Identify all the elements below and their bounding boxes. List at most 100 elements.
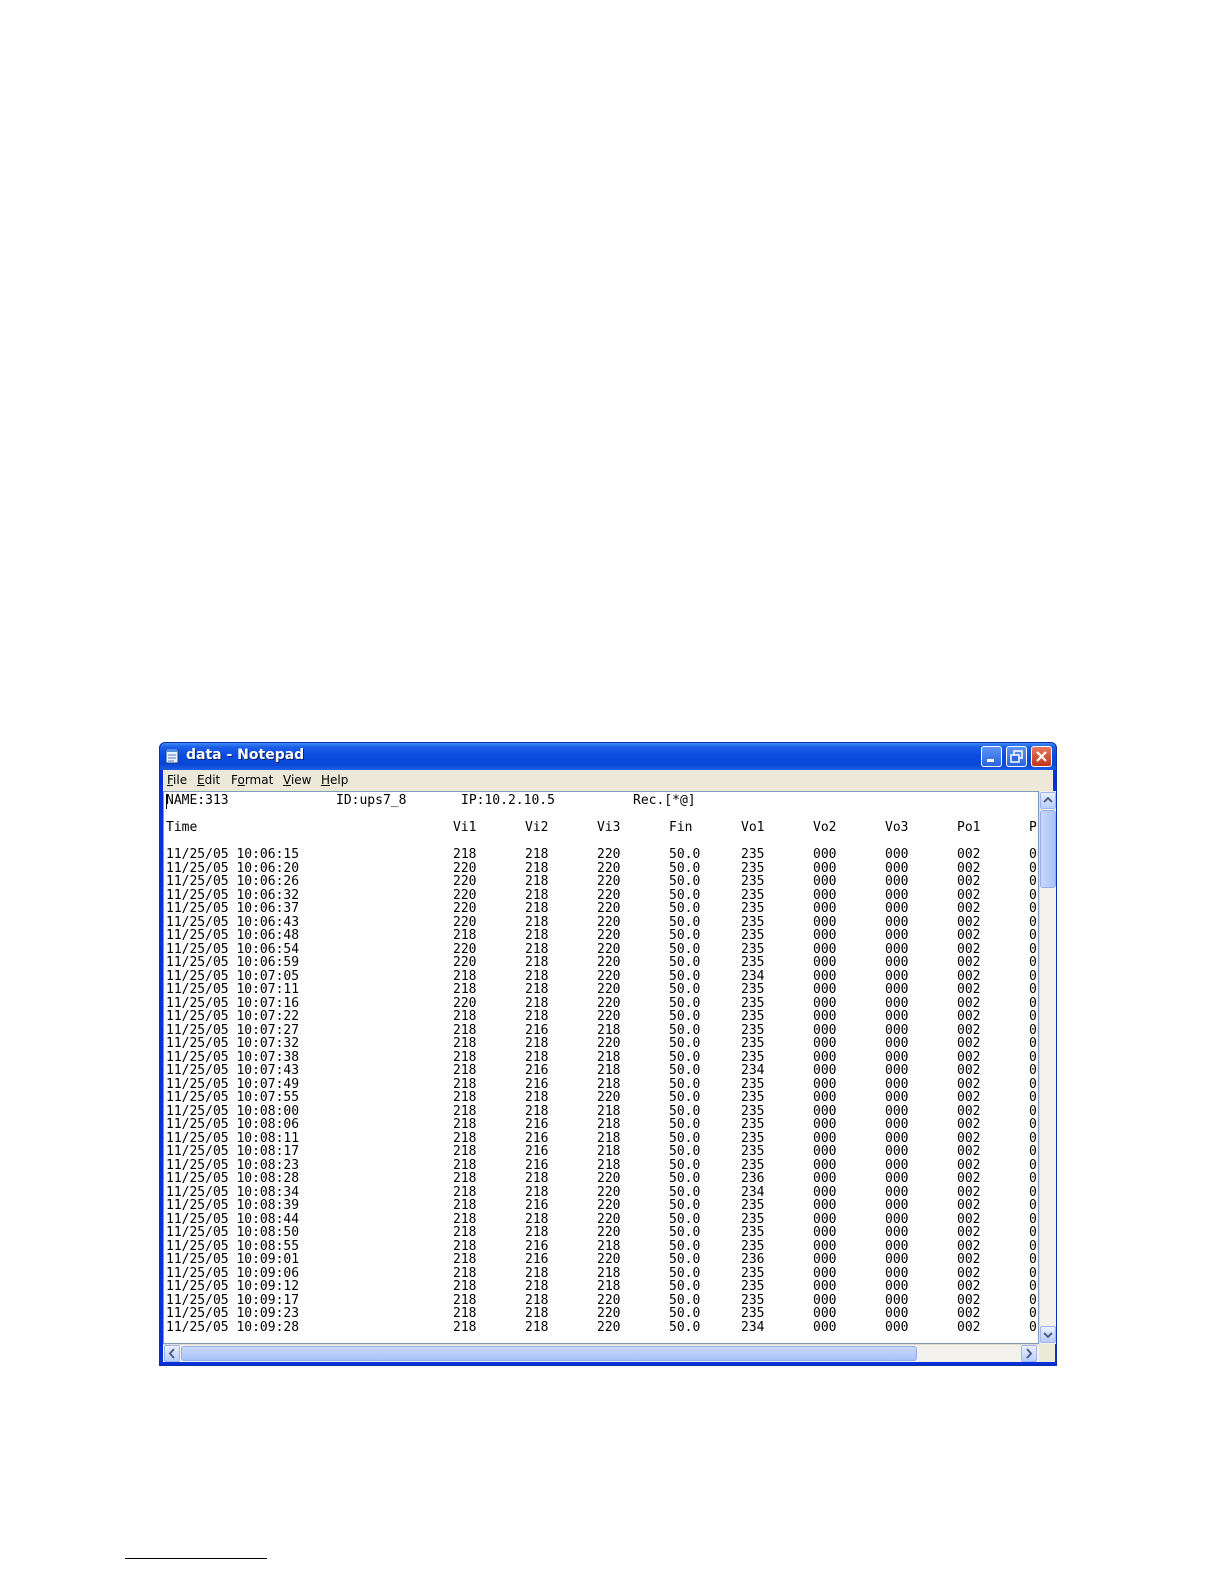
scroll-down-button[interactable] bbox=[1040, 1326, 1056, 1343]
log-cell: 002 bbox=[957, 1009, 981, 1024]
log-cell: 220 bbox=[597, 955, 621, 970]
menu-format-accel: o bbox=[237, 773, 245, 787]
log-cell: 50.0 bbox=[669, 982, 701, 997]
log-cell: 50.0 bbox=[669, 1171, 701, 1186]
log-cell: 002 bbox=[957, 1252, 981, 1267]
log-cell: 0 bbox=[1029, 1117, 1037, 1132]
column-header: Vi1 bbox=[453, 820, 477, 835]
log-cell: 000 bbox=[813, 1225, 837, 1240]
log-cell: 235 bbox=[741, 1117, 765, 1132]
log-cell: 220 bbox=[597, 982, 621, 997]
size-grip[interactable] bbox=[1039, 1344, 1055, 1362]
restore-button[interactable] bbox=[1006, 746, 1027, 767]
vertical-scrollbar[interactable] bbox=[1039, 791, 1056, 1344]
log-cell: 218 bbox=[453, 1252, 477, 1267]
log-cell: 000 bbox=[813, 1319, 837, 1335]
horizontal-scroll-thumb[interactable] bbox=[181, 1346, 917, 1361]
log-cell: 002 bbox=[957, 1279, 981, 1294]
log-cell: 220 bbox=[597, 1036, 621, 1051]
log-cell: 0 bbox=[1029, 1090, 1037, 1105]
text-caret bbox=[166, 794, 167, 809]
scroll-up-button[interactable] bbox=[1040, 792, 1056, 809]
log-cell: 220 bbox=[597, 928, 621, 943]
log-cell: 218 bbox=[525, 874, 549, 889]
column-header: Vo3 bbox=[885, 820, 909, 835]
log-cell: 218 bbox=[525, 1090, 549, 1105]
log-cell: 235 bbox=[741, 955, 765, 970]
menu-help-label: elp bbox=[330, 773, 349, 787]
log-cell: 000 bbox=[813, 1198, 837, 1213]
menu-file[interactable]: File bbox=[167, 773, 187, 787]
title-bar[interactable]: data - Notepad bbox=[160, 743, 1056, 770]
log-cell: 002 bbox=[957, 1225, 981, 1240]
log-cell: 11/25/05 10:06:15 bbox=[166, 847, 300, 862]
log-cell: 000 bbox=[885, 1319, 909, 1335]
log-cell: 218 bbox=[597, 1117, 621, 1132]
column-header: Vo2 bbox=[813, 820, 837, 835]
log-cell: 000 bbox=[885, 901, 909, 916]
log-cell: 000 bbox=[813, 1117, 837, 1132]
log-cell: 11/25/05 10:08:17 bbox=[166, 1144, 300, 1159]
log-cell: 0 bbox=[1029, 1009, 1037, 1024]
log-cell: 002 bbox=[957, 1319, 981, 1335]
log-cell: 235 bbox=[741, 1144, 765, 1159]
log-cell: 218 bbox=[453, 1036, 477, 1051]
log-cell: 11/25/05 10:09:23 bbox=[166, 1306, 300, 1321]
log-cell: 0 bbox=[1029, 955, 1037, 970]
menu-help[interactable]: Help bbox=[321, 773, 348, 787]
window-title: data - Notepad bbox=[186, 747, 305, 763]
log-cell: 11/25/05 10:08:06 bbox=[166, 1117, 300, 1132]
log-cell: 000 bbox=[813, 982, 837, 997]
log-cell: 000 bbox=[813, 1252, 837, 1267]
log-cell: 000 bbox=[813, 955, 837, 970]
log-cell: 000 bbox=[813, 874, 837, 889]
log-cell: 000 bbox=[813, 1009, 837, 1024]
log-cell: 50.0 bbox=[669, 928, 701, 943]
scroll-right-button[interactable] bbox=[1021, 1345, 1037, 1362]
log-cell: 220 bbox=[597, 1090, 621, 1105]
log-cell: 0 bbox=[1029, 1144, 1037, 1159]
log-cell: 0 bbox=[1029, 1063, 1037, 1078]
log-cell: 000 bbox=[885, 1279, 909, 1294]
log-cell: 000 bbox=[885, 1225, 909, 1240]
log-cell: 50.0 bbox=[669, 1225, 701, 1240]
log-cell: 50.0 bbox=[669, 1198, 701, 1213]
log-cell: 000 bbox=[813, 1090, 837, 1105]
log-cell: 0 bbox=[1029, 874, 1037, 889]
log-cell: 218 bbox=[453, 1009, 477, 1024]
log-cell: 000 bbox=[885, 1198, 909, 1213]
menu-edit[interactable]: Edit bbox=[197, 773, 220, 787]
log-cell: 0 bbox=[1029, 1036, 1037, 1051]
minimize-button[interactable] bbox=[981, 746, 1002, 767]
close-button[interactable] bbox=[1031, 746, 1052, 767]
horizontal-scrollbar[interactable] bbox=[163, 1344, 1039, 1362]
log-cell: 220 bbox=[597, 1009, 621, 1024]
text-editor[interactable]: NAME:313 ID:ups7_8 IP:10.2.10.5 Rec.[*@]… bbox=[163, 791, 1039, 1344]
log-cell: 218 bbox=[597, 1144, 621, 1159]
log-cell: 000 bbox=[885, 1144, 909, 1159]
vertical-scroll-thumb[interactable] bbox=[1040, 810, 1056, 888]
log-cell: 0 bbox=[1029, 928, 1037, 943]
footnote-separator bbox=[125, 1558, 267, 1559]
log-cell: 000 bbox=[885, 928, 909, 943]
log-cell: 236 bbox=[741, 1171, 765, 1186]
log-cell: 002 bbox=[957, 1063, 981, 1078]
menu-format[interactable]: Format bbox=[231, 773, 273, 787]
document-text[interactable]: NAME:313 ID:ups7_8 IP:10.2.10.5 Rec.[*@]… bbox=[164, 792, 1038, 1343]
log-cell: 218 bbox=[453, 1090, 477, 1105]
log-cell: 218 bbox=[453, 1171, 477, 1186]
log-cell: 218 bbox=[525, 1225, 549, 1240]
log-cell: 002 bbox=[957, 874, 981, 889]
log-cell: 002 bbox=[957, 1144, 981, 1159]
notepad-icon bbox=[165, 749, 179, 764]
log-cell: 000 bbox=[885, 1036, 909, 1051]
log-cell: 002 bbox=[957, 1090, 981, 1105]
log-cell: 000 bbox=[885, 1171, 909, 1186]
menu-view[interactable]: View bbox=[283, 773, 311, 787]
log-cell: 218 bbox=[525, 928, 549, 943]
menu-help-accel: H bbox=[321, 773, 331, 787]
scroll-left-button[interactable] bbox=[164, 1345, 180, 1362]
log-cell: 220 bbox=[597, 901, 621, 916]
arrow-left-icon bbox=[168, 1348, 175, 1359]
log-cell: 218 bbox=[453, 1144, 477, 1159]
